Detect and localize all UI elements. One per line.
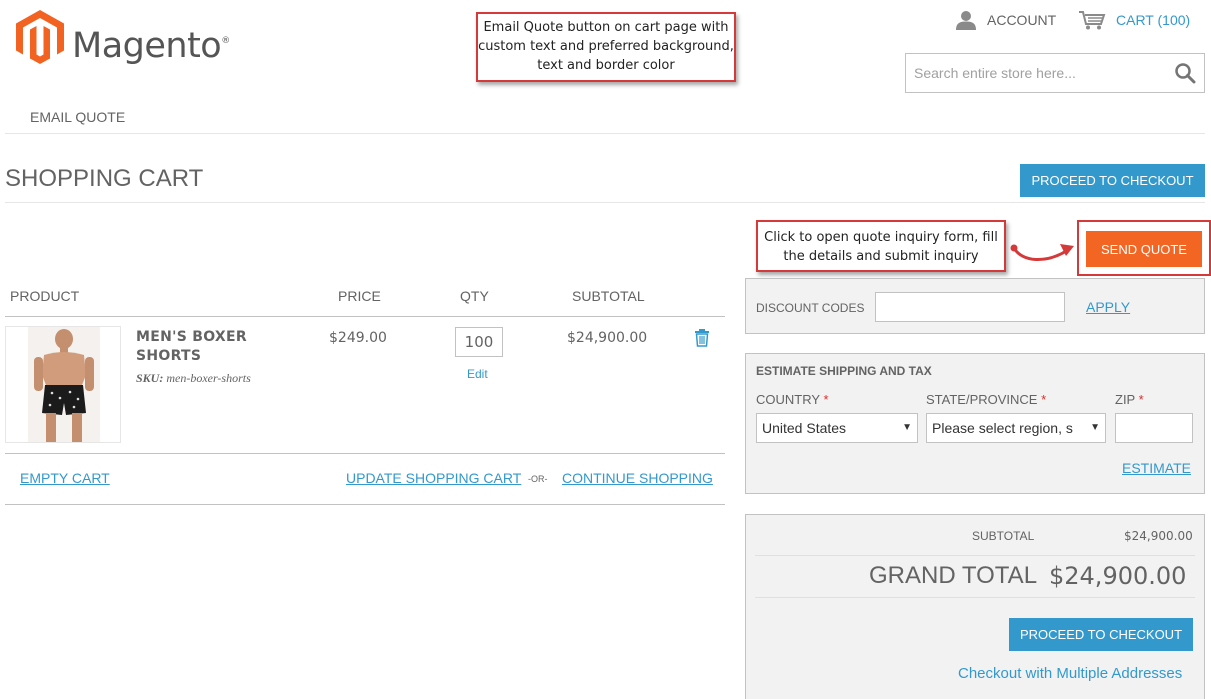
product-name-link[interactable]: MEN'S BOXER SHORTS [136,328,286,366]
column-header-product: PRODUCT [10,288,80,304]
product-photo [28,327,100,442]
shopping-cart-icon [1079,11,1106,30]
page-title: SHOPPING CART [5,165,204,192]
update-cart-link[interactable]: UPDATE SHOPPING CART [346,470,521,486]
proceed-to-checkout-button-top[interactable]: PROCEED TO CHECKOUT [1020,164,1205,197]
send-quote-highlight: SEND QUOTE [1077,220,1211,276]
state-label: STATE/PROVINCE * [926,392,1047,407]
product-subtotal: $24,900.00 [567,330,648,346]
country-select[interactable]: United States ▼ [756,413,918,443]
edit-item-link[interactable]: Edit [467,367,488,381]
search-box [905,53,1205,93]
grand-total-value: $24,900.00 [1049,562,1187,590]
title-divider [5,202,1205,203]
trash-icon[interactable] [694,329,710,347]
annotation-send-quote: Click to open quote inquiry form, fill t… [756,220,1006,272]
table-header-divider [5,316,725,317]
column-header-subtotal: SUBTOTAL [572,288,645,304]
chevron-down-icon: ▼ [1090,422,1100,433]
zip-label: ZIP * [1115,392,1144,407]
qty-input[interactable] [455,327,503,357]
user-icon [956,11,976,30]
continue-shopping-link[interactable]: CONTINUE SHOPPING [562,470,713,486]
state-select[interactable]: Please select region, s ▼ [926,413,1106,443]
grand-total-label: GRAND TOTAL [869,562,1038,589]
minicart-link[interactable]: CART (100) [1078,8,1190,32]
country-label: COUNTRY * [756,392,829,407]
account-link[interactable]: ACCOUNT [955,8,1056,32]
apply-discount-link[interactable]: APPLY [1086,299,1130,315]
magento-logo-icon [16,10,64,64]
state-value: Please select region, s [932,420,1073,436]
brand-wordmark: Magento® [72,26,230,66]
proceed-to-checkout-button[interactable]: PROCEED TO CHECKOUT [1009,618,1193,651]
annotation-email-quote: Email Quote button on cart page with cus… [476,12,736,82]
search-input[interactable] [906,54,1156,92]
search-icon[interactable] [1174,62,1196,89]
chevron-down-icon: ▼ [902,422,912,433]
nav-email-quote[interactable]: EMAIL QUOTE [30,109,125,125]
discount-label: DISCOUNT CODES [756,301,865,315]
subtotal-label: SUBTOTAL [972,529,1035,543]
totals-divider [755,555,1195,556]
cart-label: CART (100) [1116,12,1191,28]
multiple-addresses-link[interactable]: Checkout with Multiple Addresses [958,665,1182,682]
zip-input[interactable] [1115,413,1193,443]
nav-divider [5,133,1205,134]
column-header-price: PRICE [338,288,381,304]
shipping-title: ESTIMATE SHIPPING AND TAX [756,364,932,378]
totals-divider [755,597,1195,598]
or-separator: -OR- [528,474,548,484]
column-header-qty: QTY [460,288,489,304]
product-image[interactable] [5,326,121,443]
arrow-icon [1010,244,1074,262]
actions-divider [5,504,725,505]
discount-code-input[interactable] [875,292,1065,322]
product-sku: SKU: men-boxer-shorts [136,371,251,385]
magento-logo[interactable]: Magento® [16,10,230,66]
estimate-link[interactable]: ESTIMATE [1122,460,1191,476]
empty-cart-link[interactable]: EMPTY CART [20,470,110,486]
account-label: ACCOUNT [987,12,1057,28]
send-quote-button[interactable]: SEND QUOTE [1086,231,1202,267]
country-value: United States [762,420,847,436]
subtotal-value: $24,900.00 [1124,529,1193,543]
product-price: $249.00 [329,330,387,346]
table-row-divider [5,453,725,454]
